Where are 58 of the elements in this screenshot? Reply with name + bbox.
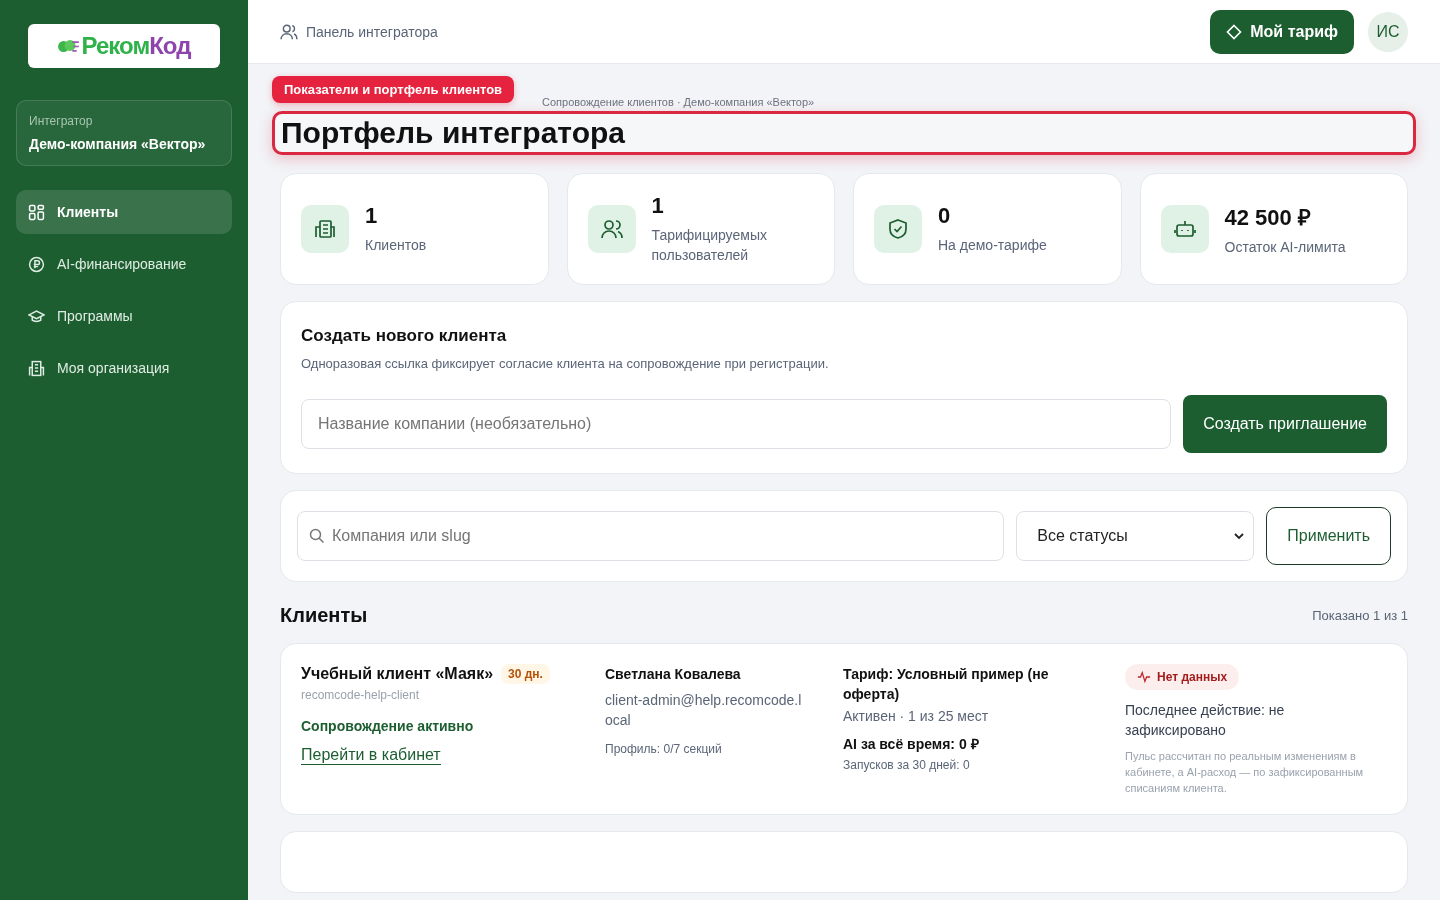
search-field[interactable]: Компания или slug	[297, 511, 1005, 561]
stat-label: Тарифицируемых пользователей	[651, 226, 768, 265]
page-section-title: Панель интегратора	[306, 23, 438, 40]
building-icon	[28, 359, 45, 377]
plan-status: Активен · 1 из 25 мест	[843, 708, 989, 724]
client-name: Учебный клиент «Маяк»	[301, 665, 494, 683]
graduation-cap-icon	[28, 307, 45, 325]
nav-item[interactable]: Программы	[16, 294, 232, 338]
nav-item[interactable]: Клиенты	[16, 190, 232, 234]
ai-spend: AI за всё время: 0 ₽	[843, 735, 979, 754]
grid-icon	[28, 203, 45, 221]
results-count: Показано 1 из 1	[1312, 608, 1408, 623]
users-icon	[599, 217, 624, 241]
my-plan-button[interactable]: Мой тариф	[1210, 9, 1354, 54]
days-badge: 30 дн.	[501, 664, 550, 684]
company-name-field[interactable]: Название компании (необязательно)	[301, 399, 1172, 449]
building-icon	[313, 217, 337, 241]
plan-name: Тариф: Условный пример (не оферта)	[843, 665, 1050, 704]
apply-button[interactable]: Применить	[1266, 507, 1391, 565]
search-icon	[309, 528, 325, 544]
card-title: Создать нового клиента	[301, 326, 508, 346]
runs-count: Запусков за 30 дней: 0	[843, 758, 970, 772]
diamond-icon	[1226, 23, 1243, 40]
organization-name: Демо-компания «Вектор»	[29, 136, 207, 152]
section-title: Клиенты	[280, 604, 368, 627]
create-invite-button[interactable]: Создать приглашение	[1183, 395, 1387, 453]
pulse-icon	[1137, 670, 1151, 684]
organization-label: Интегратор	[29, 114, 94, 128]
guide-badge: Показатели и портфель клиентов	[272, 76, 515, 103]
users-icon	[280, 22, 298, 41]
stat-label: Клиентов	[365, 236, 427, 255]
chevron-down-icon	[1233, 530, 1246, 542]
pulse-note: Пульс рассчитан по реальным изменениям в кабинете, а AI-расход — по зафиксированным списаниям клиента.	[1125, 749, 1365, 796]
open-cabinet-link[interactable]: Перейти в кабинет	[301, 746, 441, 765]
contact-email: client-admin@help.recomcode.local	[605, 691, 803, 730]
logo-text: РекомКод	[81, 32, 191, 60]
contact-name: Светлана Ковалева	[605, 665, 741, 684]
card-description: Одноразовая ссылка фиксирует согласие клиента на сопровождение при регистрации.	[301, 356, 830, 371]
support-status: Сопровождение активно	[301, 718, 474, 734]
logo[interactable]: РекомКод	[28, 24, 220, 68]
page-heading: Портфель интегратора	[281, 116, 626, 150]
nav-item[interactable]: Моя организация	[16, 346, 232, 390]
stat-value: 42 500 ₽	[1224, 204, 1312, 231]
breadcrumb: Сопровождение клиентов · Демо-компания «Вектор»	[542, 96, 816, 108]
pulse-badge: Нет данных	[1125, 664, 1240, 690]
shield-check-icon	[886, 217, 910, 241]
stat-value: 1	[651, 193, 665, 219]
user-avatar[interactable]: ИС	[1368, 11, 1408, 52]
last-action: Последнее действие: не зафиксировано	[1125, 701, 1286, 740]
stat-label: На демо-тарифе	[938, 236, 1047, 255]
status-select[interactable]: Все статусы	[1016, 511, 1255, 561]
stat-value: 1	[365, 203, 379, 229]
profile-sections-text: Профиль: 0/7 секций	[605, 742, 722, 756]
stat-value: 0	[938, 203, 952, 229]
stat-label: Остаток AI-лимита	[1224, 238, 1346, 257]
client-slug: recomcode-help-client	[301, 688, 420, 702]
ruble-coin-icon	[28, 255, 45, 273]
nav-item[interactable]: AI-финансирование	[16, 242, 232, 286]
